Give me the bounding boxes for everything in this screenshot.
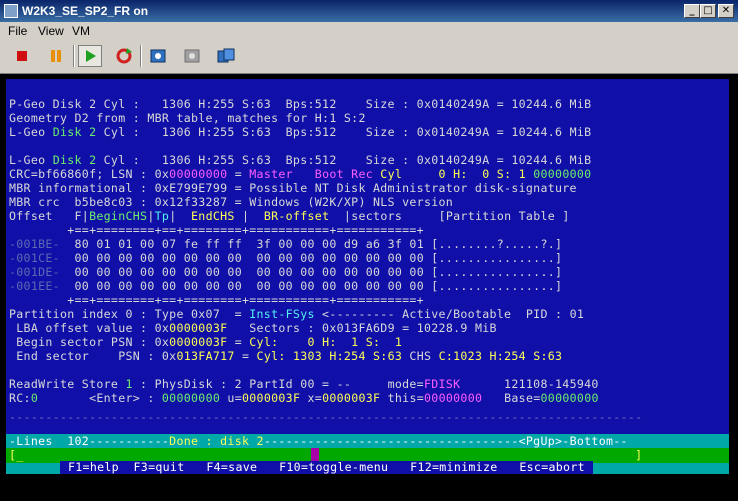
pause-button[interactable] — [44, 45, 68, 67]
maximize-button[interactable]: □ — [700, 4, 716, 18]
function-key-bar: F1=help F3=quit F4=save F10=toggle-menu … — [6, 461, 729, 474]
console-divider: ----------------------------------------… — [9, 410, 643, 424]
console-line: +==+========+==+========+===========+===… — [9, 293, 424, 307]
console-line: -001DE- 00 00 00 00 00 00 00 00 00 00 00… — [9, 265, 563, 279]
console-line: CRC=bf66860f; LSN : 0x00000000 = Master … — [9, 167, 592, 181]
toolbar-separator — [140, 45, 142, 67]
menu-file[interactable]: File — [8, 24, 27, 38]
vm-console[interactable]: P-Geo Disk 2 Cyl : 1306 H:255 S:63 Bps:5… — [0, 74, 738, 501]
toolbar — [0, 39, 738, 74]
play-icon — [86, 50, 96, 62]
console-line: ReadWrite Store 1 : PhysDisk : 2 PartId … — [9, 377, 599, 391]
toolbar-separator — [73, 45, 75, 67]
power-on-button[interactable] — [78, 45, 102, 67]
status-bar: -Lines 102-----------Done : disk 2------… — [6, 434, 729, 448]
console-line: MBR crc b5be8c03 : 0x12f33287 = Windows … — [9, 195, 454, 209]
window-title: W2K3_SE_SP2_FR on — [22, 4, 149, 18]
reset-icon — [116, 48, 132, 64]
console-line: MBR informational : 0xE799E799 = Possibl… — [9, 181, 577, 195]
console-line: -001CE- 00 00 00 00 00 00 00 00 00 00 00… — [9, 251, 563, 265]
console-line: -001EE- 00 00 00 00 00 00 00 00 00 00 00… — [9, 279, 563, 293]
console-line: L-Geo Disk 2 Cyl : 1306 H:255 S:63 Bps:5… — [9, 125, 592, 139]
console-line: End sector PSN : 0x013FA717 = Cyl: 1303 … — [9, 349, 563, 363]
menu-bar: File View VM — [0, 22, 738, 39]
console-line: Offset F|BeginCHS|Tp| EndCHS | BR-offset… — [9, 209, 570, 223]
manage-snapshots-button[interactable] — [214, 45, 238, 67]
console-line: Begin sector PSN : 0x0000003F = Cyl: 0 H… — [9, 335, 403, 349]
revert-snapshot-button[interactable] — [180, 45, 204, 67]
stop-button[interactable] — [10, 45, 34, 67]
console-line: LBA offset value : 0x0000003F Sectors : … — [9, 321, 497, 335]
function-keys: F1=help F3=quit F4=save F10=toggle-menu … — [60, 461, 593, 474]
menu-vm[interactable]: VM — [72, 24, 90, 38]
manage-snapshots-icon — [217, 48, 235, 63]
minimize-button[interactable]: _ — [684, 4, 700, 18]
reset-button[interactable] — [112, 45, 136, 67]
menu-view[interactable]: View — [38, 24, 64, 38]
pause-icon — [51, 50, 61, 62]
window-titlebar[interactable]: W2K3_SE_SP2_FR on _ □ ✕ — [0, 0, 738, 22]
console-line: +==+========+==+========+===========+===… — [9, 223, 424, 237]
console-line: Geometry D2 from : MBR table, matches fo… — [9, 111, 366, 125]
stop-icon — [17, 51, 27, 61]
close-button[interactable]: ✕ — [718, 4, 734, 18]
vm-app-icon — [4, 4, 18, 18]
snapshot-icon — [150, 49, 166, 63]
take-snapshot-button[interactable] — [146, 45, 170, 67]
revert-icon — [184, 49, 200, 63]
console-line: -001BE- 80 01 01 00 07 fe ff ff 3f 00 00… — [9, 237, 563, 251]
console-line: P-Geo Disk 2 Cyl : 1306 H:255 S:63 Bps:5… — [9, 97, 592, 111]
console-line: Partition index 0 : Type 0x07 = Inst-FSy… — [9, 307, 585, 321]
dfsee-screen[interactable]: P-Geo Disk 2 Cyl : 1306 H:255 S:63 Bps:5… — [6, 79, 729, 474]
console-line: L-Geo Disk 2 Cyl : 1306 H:255 S:63 Bps:5… — [9, 153, 592, 167]
console-line: RC:0 <Enter> : 00000000 u=0000003F x=000… — [9, 391, 599, 405]
